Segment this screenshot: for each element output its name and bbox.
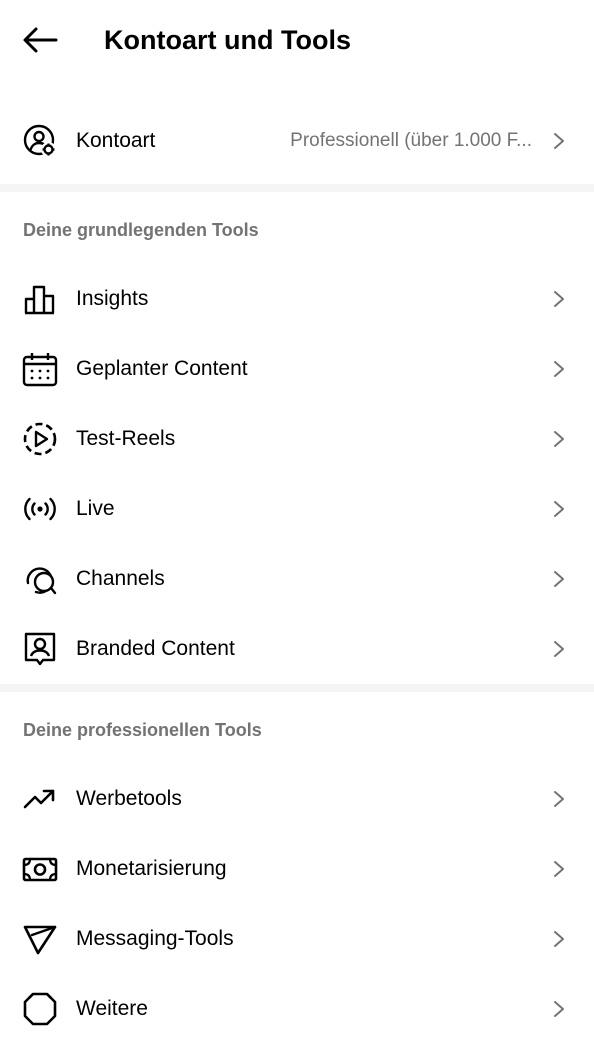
list-item-label: Insights <box>76 287 149 310</box>
chevron-right-icon <box>554 291 564 307</box>
list-item-label: Messaging-Tools <box>76 927 234 950</box>
chevron-right-icon <box>554 1001 564 1017</box>
chevron-right-icon <box>554 361 564 377</box>
chevron-right-icon <box>554 641 564 657</box>
list-item-label: Live <box>76 497 115 520</box>
chevron-right-icon <box>554 791 564 807</box>
chevron-right-icon <box>554 431 564 447</box>
section-title-professional-tools: Deine professionellen Tools <box>23 720 262 740</box>
chevron-right-icon <box>554 861 564 877</box>
section-divider <box>0 684 594 692</box>
list-item-branded-content[interactable]: Branded Content <box>0 614 594 684</box>
header: Kontoart und Tools <box>0 0 594 80</box>
channels-chat-icon <box>21 560 59 598</box>
list-item-insights[interactable]: Insights <box>0 264 594 334</box>
list-item-live[interactable]: Live <box>0 474 594 544</box>
list-item-label: Monetarisierung <box>76 857 227 880</box>
chevron-right-icon <box>554 501 564 517</box>
more-octagon-icon <box>21 990 59 1028</box>
section-divider <box>0 184 594 192</box>
account-type-value: Professionell (über 1.000 F... <box>290 130 532 151</box>
back-button[interactable] <box>20 22 60 58</box>
live-broadcast-icon <box>21 490 59 528</box>
calendar-icon <box>21 350 59 388</box>
chevron-right-icon <box>554 571 564 587</box>
list-item-label: Geplanter Content <box>76 357 248 380</box>
page-title: Kontoart und Tools <box>104 25 351 55</box>
chevron-right-icon <box>554 931 564 947</box>
list-item-label: Weitere <box>76 997 148 1020</box>
list-item-monetization[interactable]: Monetarisierung <box>0 834 594 904</box>
account-type-row[interactable]: Kontoart Professionell (über 1.000 F... <box>0 106 594 176</box>
branded-content-icon <box>21 630 59 668</box>
bar-chart-icon <box>21 280 59 318</box>
money-icon <box>21 850 59 888</box>
list-item-channels[interactable]: Channels <box>0 544 594 614</box>
list-item-label: Werbetools <box>76 787 182 810</box>
list-item-label: Channels <box>76 567 165 590</box>
account-settings-icon <box>21 122 59 160</box>
account-type-label: Kontoart <box>76 129 156 152</box>
list-item-test-reels[interactable]: Test-Reels <box>0 404 594 474</box>
messaging-icon <box>21 920 59 958</box>
trending-up-icon <box>21 780 59 818</box>
back-arrow-icon <box>23 27 58 53</box>
list-item-label: Test-Reels <box>76 427 176 450</box>
chevron-right-icon <box>554 133 564 149</box>
list-item-scheduled-content[interactable]: Geplanter Content <box>0 334 594 404</box>
reels-play-icon <box>21 420 59 458</box>
list-item-label: Branded Content <box>76 637 235 660</box>
list-item-ad-tools[interactable]: Werbetools <box>0 764 594 834</box>
list-item-more[interactable]: Weitere <box>0 974 594 1044</box>
list-item-messaging-tools[interactable]: Messaging-Tools <box>0 904 594 974</box>
section-title-basic-tools: Deine grundlegenden Tools <box>23 220 259 240</box>
